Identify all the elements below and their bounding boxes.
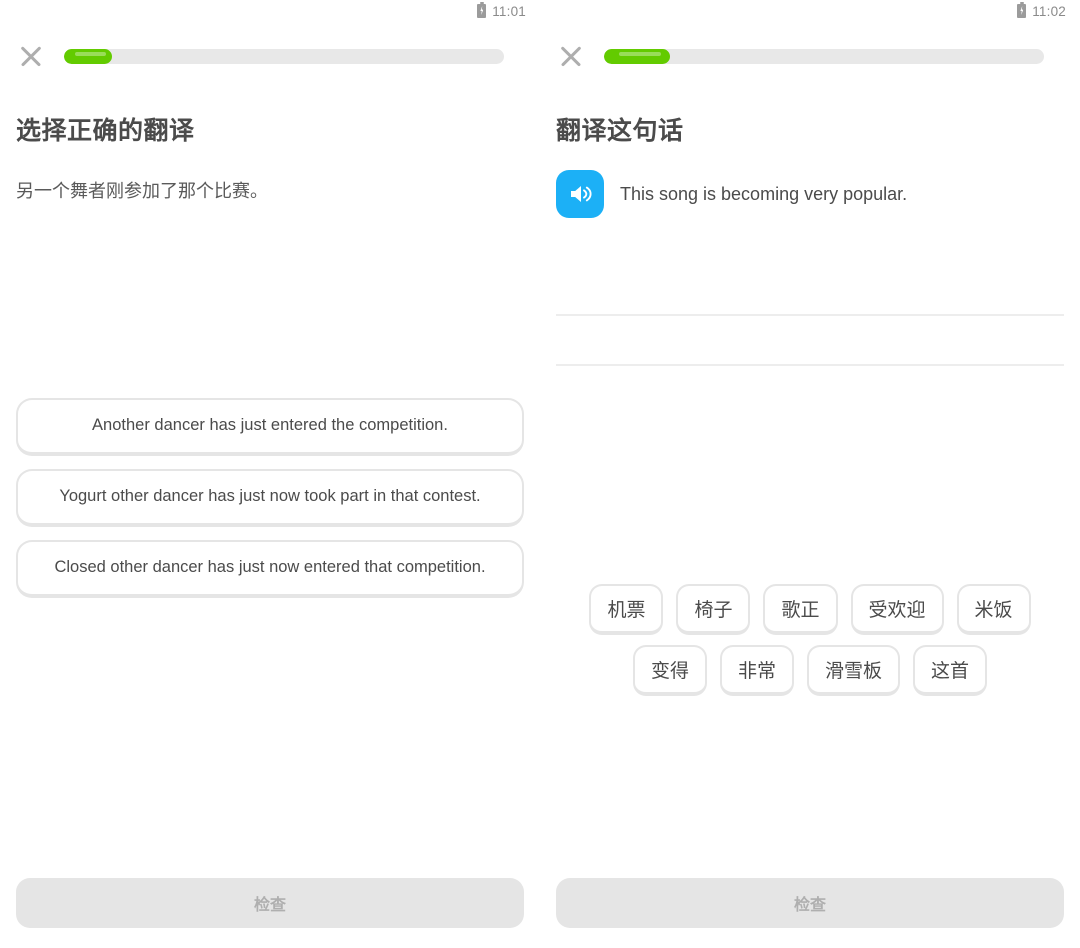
right-exercise-screen: 11:02 翻译这句话 This song is becoming very p… [540, 0, 1080, 948]
left-status-bar: 11:01 [0, 0, 540, 22]
right-status-bar: 11:02 [540, 0, 1080, 22]
lesson-progress-fill [64, 48, 113, 64]
close-icon[interactable] [556, 41, 586, 71]
prompt-sentence: 另一个舞者刚参加了那个比赛。 [16, 181, 268, 201]
choice-option-label: Yogurt other dancer has just now took pa… [59, 487, 481, 506]
word-tile[interactable]: 机票 [589, 584, 664, 635]
choice-option-label: Another dancer has just entered the comp… [92, 416, 448, 435]
left-exercise-screen: 11:01 选择正确的翻译 另一个舞者刚参加了那个比赛。 Another dan… [0, 0, 540, 948]
answer-drop-area[interactable] [540, 218, 1080, 366]
status-bar-clock: 11:02 [1032, 3, 1066, 19]
lesson-progress-bar [64, 48, 504, 64]
word-tile[interactable]: 歌正 [763, 584, 838, 635]
battery-charging-icon [477, 2, 487, 18]
word-tile[interactable]: 米饭 [956, 584, 1031, 635]
page-title: 翻译这句话 [556, 117, 684, 145]
close-icon[interactable] [16, 41, 46, 71]
page-title: 选择正确的翻译 [16, 117, 195, 145]
left-top-bar [0, 22, 540, 78]
word-bank: 机票 椅子 歌正 受欢迎 米饭 变得 非常 滑雪板 这首 [540, 584, 1080, 696]
lesson-progress-bar [604, 48, 1044, 64]
choice-option[interactable]: Yogurt other dancer has just now took pa… [16, 469, 524, 527]
word-tile[interactable]: 这首 [913, 645, 988, 696]
answer-line[interactable] [556, 266, 1064, 316]
sentence-text: This song is becoming very popular. [620, 183, 908, 204]
choice-option[interactable]: Closed other dancer has just now entered… [16, 540, 524, 598]
word-tile[interactable]: 受欢迎 [850, 584, 944, 635]
battery-charging-icon [1017, 2, 1027, 18]
word-tile[interactable]: 滑雪板 [807, 645, 901, 696]
speaker-icon[interactable] [556, 170, 604, 218]
choice-option[interactable]: Another dancer has just entered the comp… [16, 398, 524, 456]
right-top-bar [540, 22, 1080, 78]
word-bank-row: 变得 非常 滑雪板 这首 [632, 645, 988, 696]
status-bar-clock: 11:01 [492, 3, 526, 19]
check-button[interactable]: 检查 [556, 878, 1064, 928]
word-tile[interactable]: 非常 [719, 645, 794, 696]
audio-sentence-row: This song is becoming very popular. [540, 147, 1080, 218]
answer-line[interactable] [556, 316, 1064, 366]
word-tile[interactable]: 椅子 [676, 584, 751, 635]
right-footer: 检查 [540, 878, 1080, 948]
check-button[interactable]: 检查 [16, 878, 524, 928]
dual-screenshot-container: 11:01 选择正确的翻译 另一个舞者刚参加了那个比赛。 Another dan… [0, 0, 1080, 948]
choice-list: Another dancer has just entered the comp… [0, 398, 540, 598]
word-tile[interactable]: 变得 [632, 645, 707, 696]
lesson-progress-fill [604, 48, 670, 64]
word-bank-row: 机票 椅子 歌正 受欢迎 米饭 [589, 584, 1031, 635]
left-footer: 检查 [0, 878, 540, 948]
choice-option-label: Closed other dancer has just now entered… [54, 558, 486, 577]
